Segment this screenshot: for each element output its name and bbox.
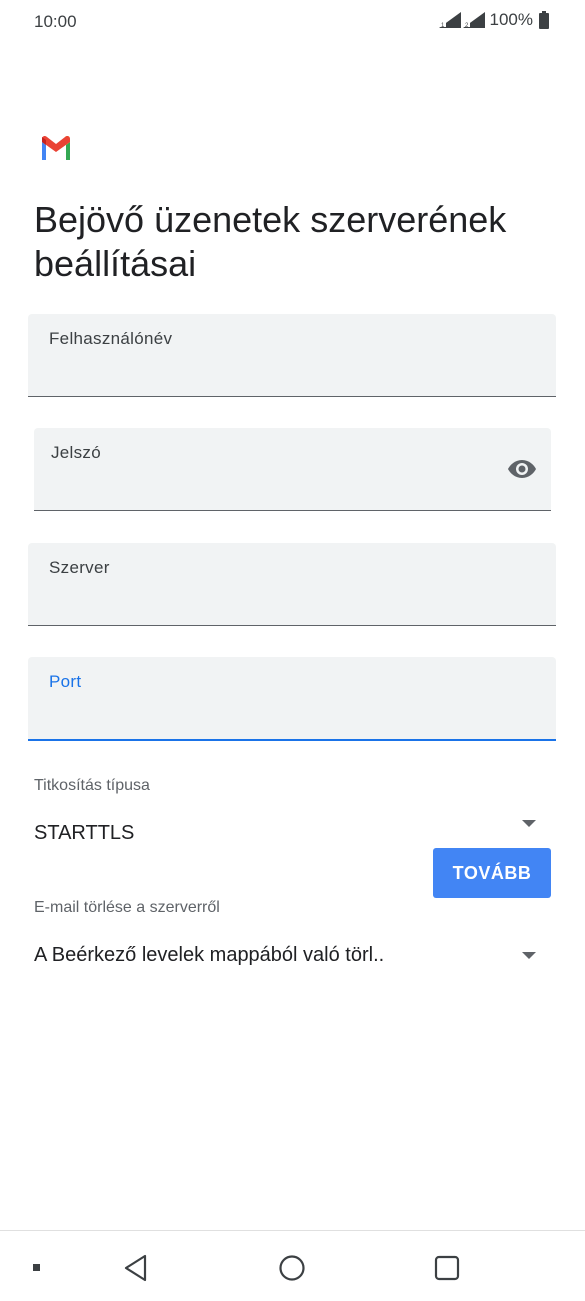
dot-icon bbox=[33, 1264, 40, 1271]
port-label: Port bbox=[49, 672, 82, 691]
security-type-value: STARTTLS bbox=[34, 822, 135, 844]
signal-sim1-icon: 1 bbox=[438, 12, 461, 28]
password-field[interactable]: Jelszó bbox=[34, 428, 551, 511]
username-input[interactable] bbox=[49, 366, 476, 388]
username-label: Felhasználónév bbox=[49, 329, 173, 348]
server-label: Szerver bbox=[49, 558, 110, 577]
gmail-logo bbox=[42, 136, 70, 160]
status-bar: 10:00 1 2 100% bbox=[0, 0, 585, 48]
page-title: Bejövő üzenetek szerverének beállításai bbox=[34, 199, 507, 284]
battery-icon bbox=[539, 11, 549, 29]
delete-policy-dropdown[interactable]: A Beérkező levelek mappából való törl.. bbox=[28, 930, 556, 980]
battery-level: 100% bbox=[489, 10, 533, 29]
recents-square-icon[interactable] bbox=[434, 1255, 460, 1281]
port-field[interactable]: Port bbox=[28, 657, 556, 741]
eye-icon[interactable] bbox=[507, 458, 537, 480]
chevron-down-icon bbox=[522, 820, 536, 827]
password-input[interactable] bbox=[51, 480, 469, 502]
home-circle-icon[interactable] bbox=[278, 1254, 306, 1282]
security-type-label: Titkosítás típusa bbox=[34, 777, 150, 794]
username-field[interactable]: Felhasználónév bbox=[28, 314, 556, 397]
back-triangle-icon[interactable] bbox=[123, 1254, 149, 1282]
delete-policy-label: E-mail törlése a szerverről bbox=[34, 899, 220, 916]
next-button[interactable]: TOVÁBB bbox=[433, 848, 551, 898]
chevron-down-icon bbox=[522, 952, 536, 959]
server-input[interactable] bbox=[49, 595, 476, 617]
password-label: Jelszó bbox=[51, 443, 101, 462]
status-icons: 1 2 100% bbox=[438, 10, 549, 30]
server-field[interactable]: Szerver bbox=[28, 543, 556, 626]
signal-sim2-icon: 2 bbox=[462, 12, 485, 28]
delete-policy-value: A Beérkező levelek mappából való törl.. bbox=[34, 944, 385, 966]
port-input[interactable] bbox=[49, 709, 476, 731]
status-time: 10:00 bbox=[34, 12, 77, 31]
navigation-bar bbox=[0, 1230, 585, 1301]
